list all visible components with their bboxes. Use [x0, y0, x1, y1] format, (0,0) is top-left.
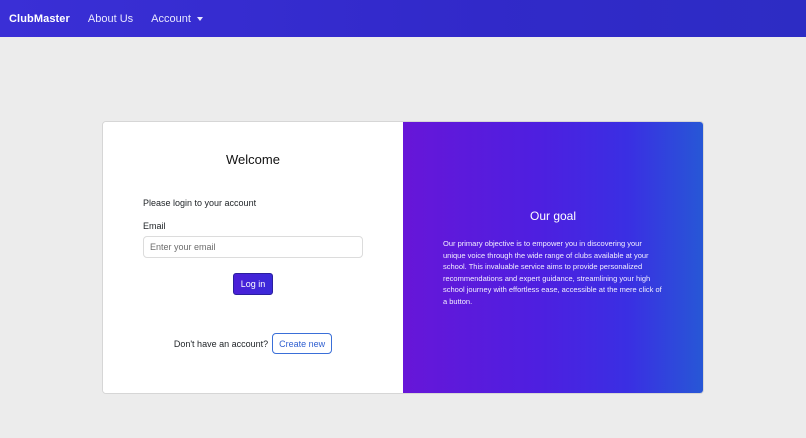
nav-dropdown-account[interactable]: Account — [151, 13, 203, 25]
login-button[interactable]: Log in — [233, 273, 273, 295]
goal-description: Our primary objective is to empower you … — [443, 239, 662, 306]
create-account-button[interactable]: Create new — [272, 333, 333, 354]
goal-panel: Our goal Our primary objective is to emp… — [403, 122, 703, 393]
login-prompt: Please login to your account — [143, 198, 257, 208]
no-account-text: Don't have an account? — [173, 338, 269, 349]
brand-logo-text[interactable]: ClubMaster — [9, 13, 70, 25]
welcome-heading: Welcome — [226, 152, 280, 167]
caret-down-icon — [196, 16, 203, 21]
login-card: Welcome Please login to your account Ema… — [102, 121, 704, 394]
account-dropdown-label: Account — [151, 12, 191, 25]
email-label: Email — [143, 221, 166, 231]
email-field[interactable] — [143, 236, 363, 258]
top-navbar: ClubMaster About Us Account — [0, 0, 806, 37]
nav-link-about[interactable]: About Us — [88, 13, 133, 25]
login-panel: Welcome Please login to your account Ema… — [103, 122, 403, 393]
signup-row: Don't have an account? Create new — [103, 333, 403, 354]
goal-heading: Our goal — [529, 209, 577, 223]
